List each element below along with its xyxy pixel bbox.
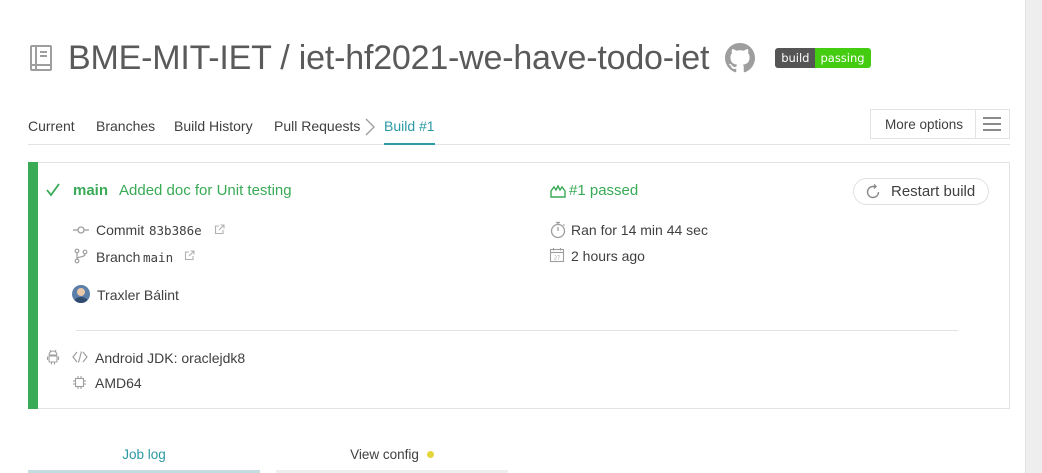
more-options-label: More options — [885, 116, 964, 132]
build-status-text[interactable]: #1 passed — [569, 182, 638, 199]
cpu-icon — [73, 376, 86, 389]
tab-pull-requests[interactable]: Pull Requests — [274, 118, 360, 134]
tab-build-history[interactable]: Build History — [174, 118, 253, 134]
build-finished-time: 2 hours ago — [571, 248, 645, 264]
calendar-icon: 27 — [549, 248, 565, 263]
build-branch-name[interactable]: main — [73, 182, 108, 199]
restart-icon — [866, 183, 880, 198]
restart-build-button[interactable]: Restart build — [853, 178, 989, 205]
author-avatar — [72, 285, 90, 303]
branch-icon — [74, 248, 88, 264]
external-link-icon[interactable] — [184, 250, 195, 261]
author-name: Traxler Bálint — [97, 287, 179, 303]
chevron-right-icon — [365, 118, 375, 136]
tab-branches[interactable]: Branches — [96, 118, 155, 134]
badge-status: passing — [815, 48, 871, 68]
tab-job-log-label: Job log — [122, 447, 166, 462]
tab-view-config-label: View config — [350, 447, 419, 462]
badge-label: build — [775, 48, 816, 68]
repo-header: BME-MIT-IET / iet-hf2021-we-have-todo-ie… — [28, 36, 871, 80]
build-arch: AMD64 — [95, 375, 142, 391]
repo-book-icon — [30, 45, 52, 71]
build-status-badge[interactable]: build passing — [775, 48, 871, 68]
restart-build-label: Restart build — [891, 183, 976, 200]
build-status-stripe — [28, 162, 38, 409]
repo-title[interactable]: BME-MIT-IET / iet-hf2021-we-have-todo-ie… — [68, 39, 709, 78]
commit-label: Commit — [96, 222, 145, 238]
code-icon — [72, 351, 88, 363]
branch-label: Branch — [96, 249, 141, 265]
commit-icon — [73, 226, 89, 234]
tab-build[interactable]: Build #1 — [384, 118, 435, 145]
commit-message[interactable]: Added doc for Unit testing — [119, 182, 292, 199]
hamburger-menu-icon[interactable] — [974, 110, 1009, 138]
commit-hash[interactable]: 83b386e — [149, 223, 202, 238]
passed-status-icon — [550, 184, 566, 198]
external-link-icon[interactable] — [214, 224, 225, 235]
github-icon[interactable] — [725, 43, 756, 73]
tab-current[interactable]: Current — [28, 118, 75, 134]
config-status-dot — [426, 451, 434, 458]
more-options-button[interactable]: More options — [870, 109, 1010, 139]
branch-value[interactable]: main — [143, 250, 173, 265]
card-divider — [76, 330, 958, 331]
check-icon — [46, 183, 60, 197]
stopwatch-icon — [550, 221, 566, 239]
build-summary-card: main Added doc for Unit testing #1 passe… — [28, 162, 1010, 409]
android-icon — [46, 349, 60, 365]
build-language: Android JDK: oraclejdk8 — [95, 350, 246, 366]
page-scrollbar[interactable] — [1025, 0, 1042, 473]
calendar-day: 27 — [554, 256, 560, 262]
build-duration: Ran for 14 min 44 sec — [571, 222, 708, 238]
repo-tabs: Current Branches Build History Pull Requ… — [28, 108, 1010, 145]
